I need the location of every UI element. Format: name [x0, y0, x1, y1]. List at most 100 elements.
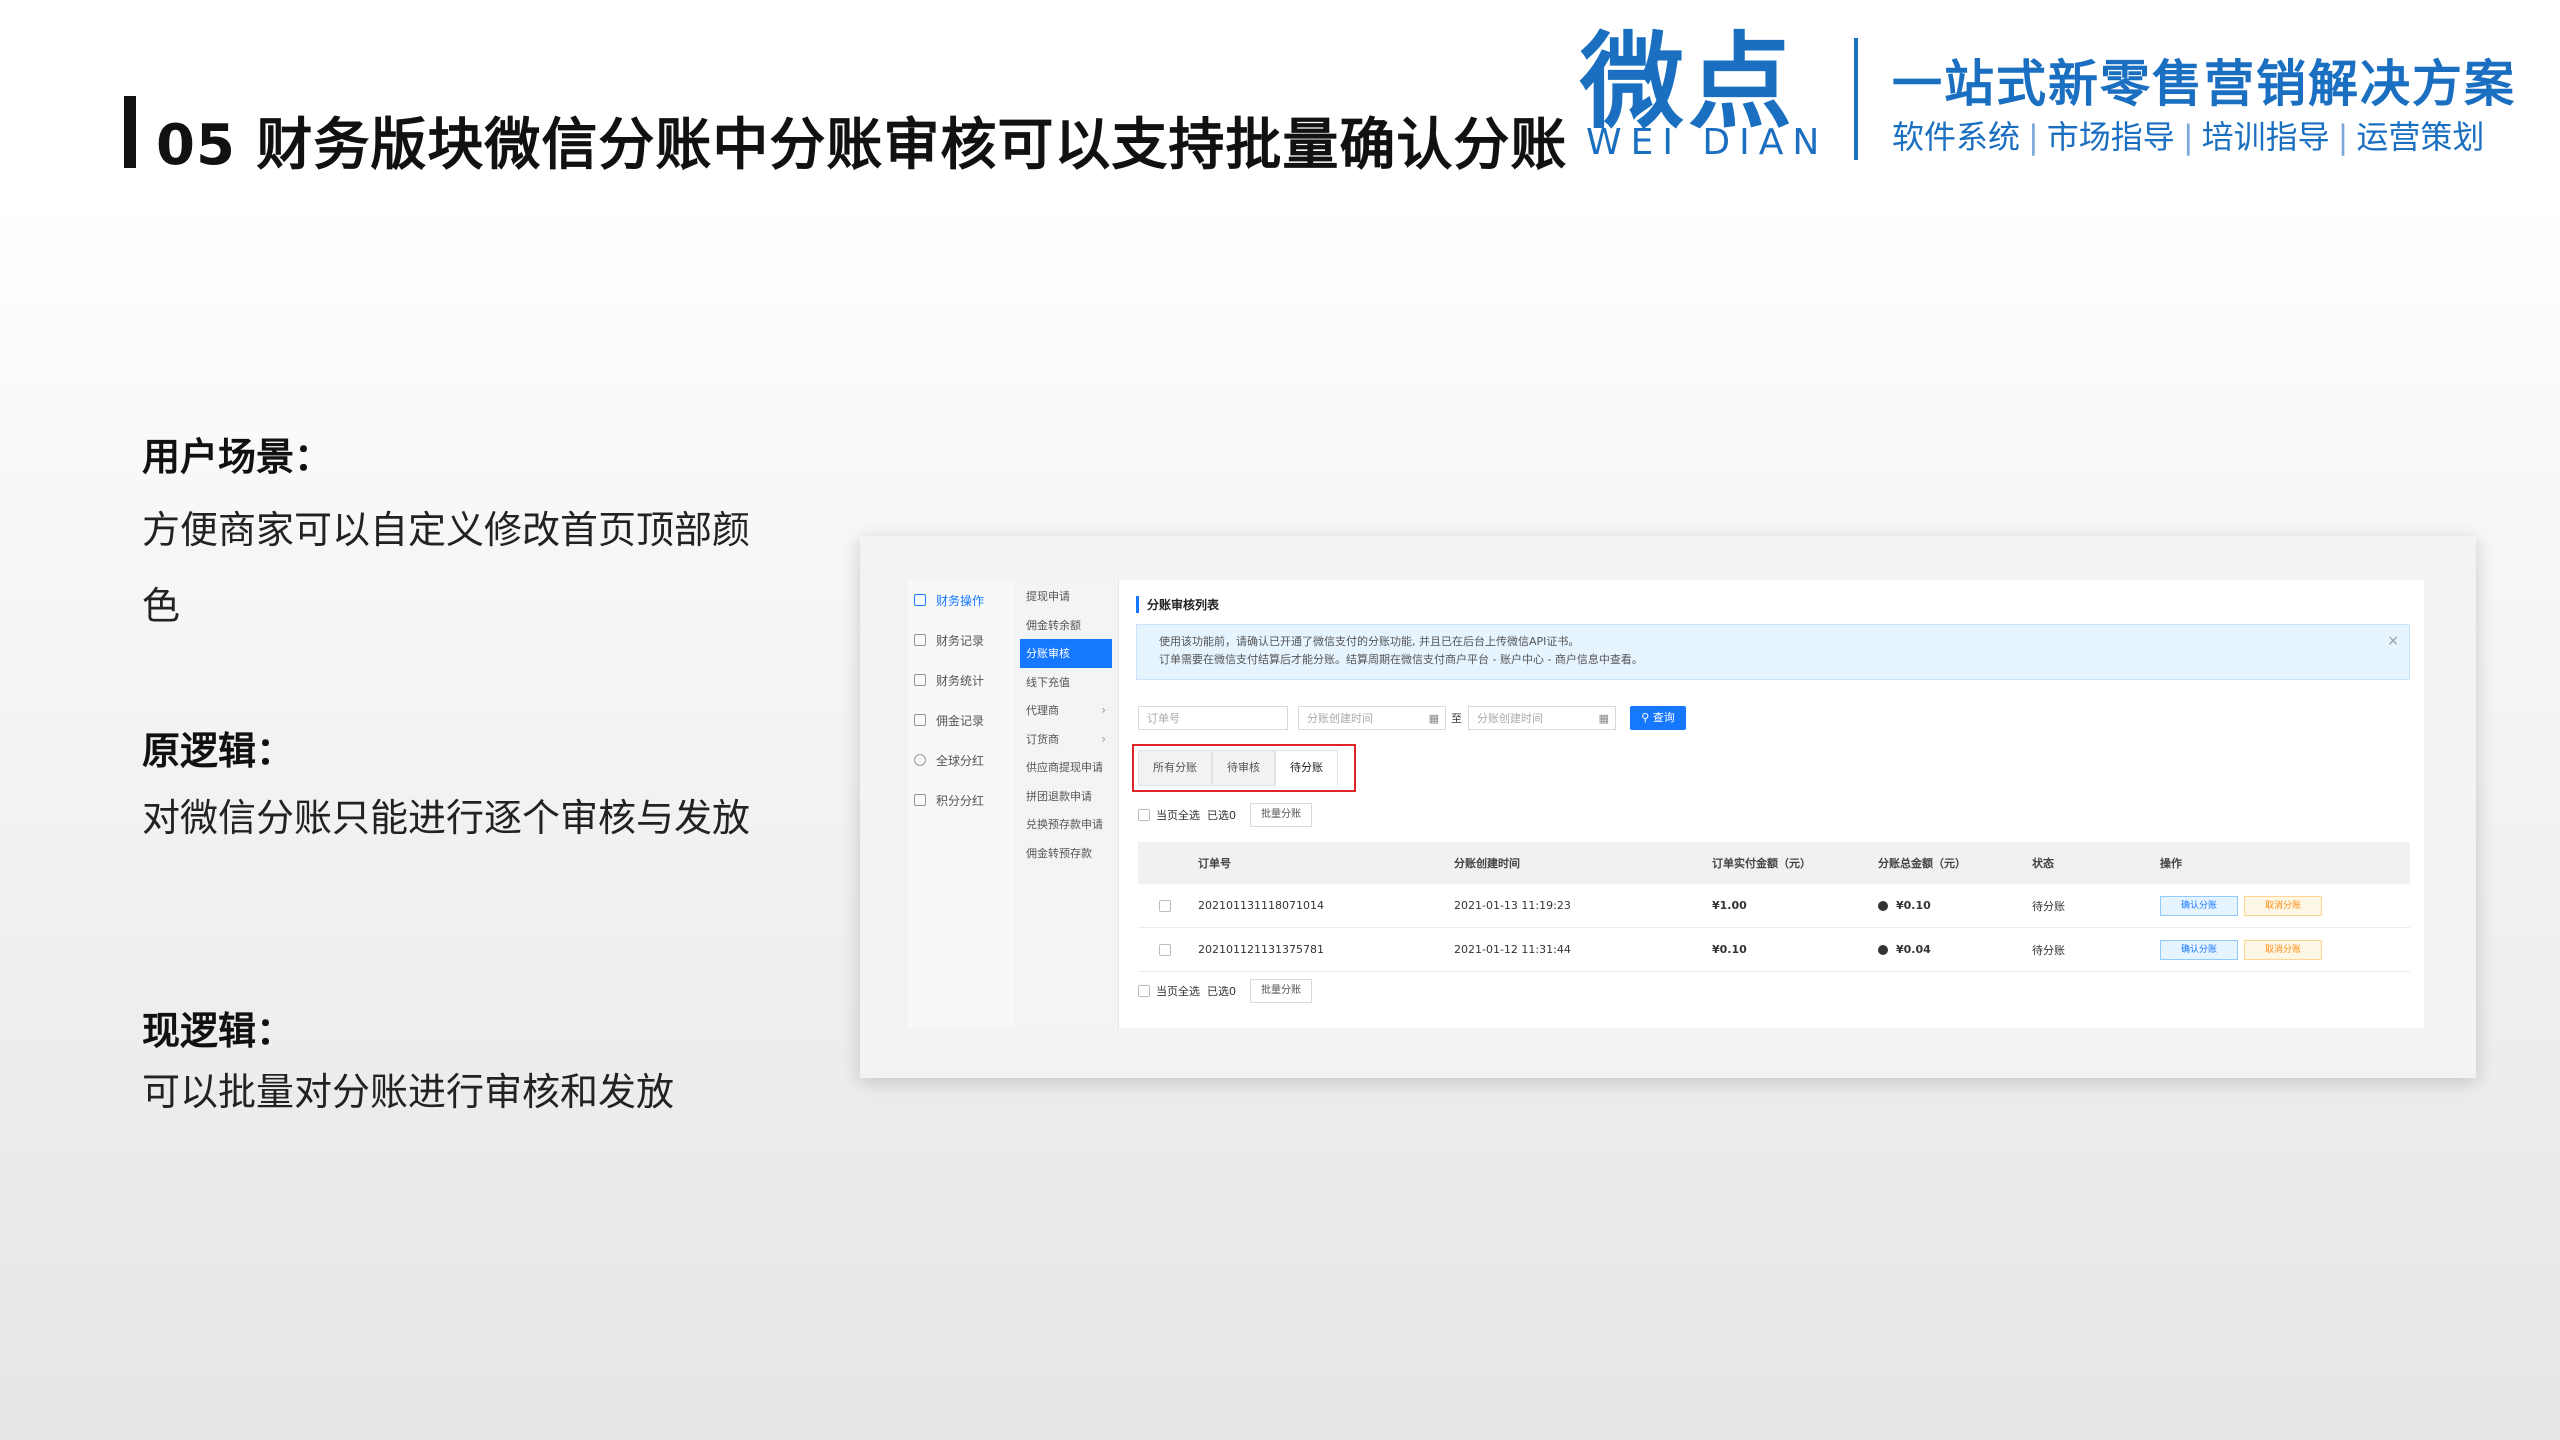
bulk-split-button[interactable]: 批量分账 — [1250, 979, 1312, 1003]
nav-global-dividend[interactable]: 全球分红 — [908, 740, 1014, 780]
service-item: 运营策划 — [2356, 118, 2485, 156]
nav-label: 财务记录 — [936, 633, 985, 648]
primary-sidebar: 财务操作 财务记录 财务统计 佣金记录 全球分红 积分分红 — [908, 580, 1015, 1028]
cell-status: 待分账 — [2032, 943, 2065, 957]
cell-split: ¥0.04 — [1896, 943, 1931, 956]
subnav-label: 线下充值 — [1026, 675, 1070, 689]
subnav-label: 佣金转预存款 — [1026, 846, 1092, 860]
new-logic-text: 可以批量对分账进行审核和发放 — [142, 1070, 675, 1114]
col-order: 订单号 — [1198, 857, 1231, 870]
col-actions: 操作 — [2160, 857, 2182, 870]
subnav-split-review[interactable]: 分账审核 — [1020, 639, 1112, 668]
service-item: 市场指导 — [2046, 118, 2175, 156]
info-icon[interactable] — [1878, 901, 1888, 911]
cell-status: 待分账 — [2032, 899, 2065, 913]
subnav-label: 代理商 — [1026, 704, 1059, 718]
table-row: 202101131118071014 2021-01-13 11:19:23 ¥… — [1138, 884, 2410, 928]
col-time: 分账创建时间 — [1454, 857, 1520, 870]
cell-order: 202101131118071014 — [1198, 899, 1324, 912]
subnav-withdraw-apply[interactable]: 提现申请 — [1014, 582, 1118, 611]
info-icon[interactable] — [1878, 945, 1888, 955]
new-logic-heading: 现逻辑： — [142, 1009, 295, 1053]
col-status: 状态 — [2032, 857, 2054, 870]
scene-text: 方便商家可以自定义修改首页顶部颜色 — [142, 508, 751, 628]
slide-title: 05 财务版块微信分账中分账审核可以支持批量确认分账 — [156, 113, 1568, 178]
cell-split: ¥0.10 — [1896, 899, 1931, 912]
cell-order: 202101121131375781 — [1198, 943, 1324, 956]
close-icon[interactable]: × — [2387, 633, 2399, 649]
logo-english: WEI DIAN — [1586, 122, 1829, 163]
subnav-label: 分账审核 — [1026, 647, 1070, 661]
logo-chinese: 微点 — [1580, 21, 1797, 143]
select-all-label: 当页全选 — [1156, 809, 1200, 822]
order-number-input[interactable]: 订单号 — [1138, 706, 1288, 730]
calendar-icon: ▦ — [1428, 712, 1439, 725]
subnav-agent[interactable]: 代理商 › — [1014, 696, 1118, 725]
start-date-input[interactable]: 分账创建时间 ▦ — [1298, 706, 1446, 730]
nav-points-dividend[interactable]: 积分分红 — [908, 780, 1014, 820]
subnav-label: 兑换预存款申请 — [1026, 818, 1103, 832]
chevron-right-icon: › — [1101, 703, 1106, 718]
table-header: 订单号 分账创建时间 订单实付金额（元） 分账总金额（元） 状态 操作 — [1138, 842, 2410, 884]
select-all-checkbox[interactable] — [1138, 985, 1150, 997]
nav-label: 全球分红 — [936, 753, 985, 768]
col-paid: 订单实付金额（元） — [1712, 857, 1811, 870]
page-title: 分账审核列表 — [1136, 596, 1219, 613]
cell-time: 2021-01-12 11:31:44 — [1454, 943, 1571, 956]
subnav-deposit-exchange[interactable]: 兑换预存款申请 — [1014, 810, 1118, 839]
query-label: 查询 — [1652, 711, 1675, 724]
nav-finance-stats[interactable]: 财务统计 — [908, 660, 1014, 700]
row-checkbox[interactable] — [1159, 943, 1171, 956]
subnav-group-refund[interactable]: 拼团退款申请 — [1014, 782, 1118, 811]
logo-services: 软件系统 | 市场指导 | 培训指导 | 运营策划 — [1892, 118, 2485, 156]
cancel-split-button[interactable]: 取消分账 — [2244, 939, 2323, 960]
subnav-label: 提现申请 — [1026, 590, 1070, 604]
col-split: 分账总金额（元） — [1878, 857, 1966, 870]
record-icon — [914, 634, 926, 646]
cell-paid: ¥0.10 — [1712, 943, 1747, 956]
date-range-to: 至 — [1451, 712, 1462, 725]
table-row: 202101121131375781 2021-01-12 11:31:44 ¥… — [1138, 928, 2410, 972]
cancel-split-button[interactable]: 取消分账 — [2244, 895, 2323, 916]
subnav-offline-recharge[interactable]: 线下充值 — [1014, 668, 1118, 697]
subnav-orderer[interactable]: 订货商 › — [1014, 725, 1118, 754]
title-accent-bar — [124, 96, 136, 168]
start-date-placeholder: 分账创建时间 — [1307, 712, 1373, 725]
subnav-supplier-withdraw[interactable]: 供应商提现申请 — [1014, 753, 1118, 782]
confirm-split-button[interactable]: 确认分账 — [2160, 895, 2239, 916]
confirm-split-button[interactable]: 确认分账 — [2160, 939, 2239, 960]
app-window: 财务操作 财务记录 财务统计 佣金记录 全球分红 积分分红 提现申请 佣金转余额… — [908, 580, 2424, 1030]
bulk-action-row-bottom: 当页全选 已选0 批量分账 — [1138, 978, 1312, 1004]
nav-finance-record[interactable]: 财务记录 — [908, 620, 1014, 660]
search-icon: ⚲ — [1641, 711, 1653, 724]
select-all-checkbox[interactable] — [1138, 809, 1150, 821]
nav-label: 积分分红 — [936, 793, 985, 808]
end-date-input[interactable]: 分账创建时间 ▦ — [1468, 706, 1616, 730]
scene-heading: 用户场景： — [142, 435, 333, 479]
subnav-label: 供应商提现申请 — [1026, 761, 1103, 775]
subnav-label: 拼团退款申请 — [1026, 789, 1092, 803]
nav-finance-operation[interactable]: 财务操作 — [908, 580, 1014, 620]
main-content: 分账审核列表 使用该功能前，请确认已开通了微信支付的分账功能, 并且已在后台上传… — [1124, 580, 2424, 1028]
logo-divider — [1854, 38, 1858, 160]
tab-highlight-box — [1132, 744, 1356, 792]
select-all-label: 当页全选 — [1156, 985, 1200, 998]
end-date-placeholder: 分账创建时间 — [1477, 712, 1543, 725]
row-checkbox[interactable] — [1159, 899, 1171, 912]
points-icon — [914, 794, 926, 806]
nav-commission-record[interactable]: 佣金记录 — [908, 700, 1014, 740]
secondary-sidebar: 提现申请 佣金转余额 分账审核 线下充值 代理商 › 订货商 › 供应商提现申请 拼… — [1014, 580, 1119, 1030]
cell-paid: ¥1.00 — [1712, 899, 1747, 912]
stats-icon — [914, 674, 926, 686]
subnav-commission-to-balance[interactable]: 佣金转余额 — [1014, 611, 1118, 640]
bulk-split-button[interactable]: 批量分账 — [1250, 803, 1312, 827]
calendar-icon: ▦ — [1598, 712, 1609, 725]
logo-slogan: 一站式新零售营销解决方案 — [1892, 55, 2516, 113]
globe-icon — [914, 754, 926, 766]
subnav-label: 佣金转余额 — [1026, 618, 1081, 632]
subnav-commission-to-deposit[interactable]: 佣金转预存款 — [1014, 839, 1118, 868]
query-button[interactable]: ⚲ 查询 — [1630, 706, 1686, 730]
service-item: 软件系统 — [1892, 118, 2021, 156]
nav-label: 财务操作 — [936, 593, 985, 608]
nav-label: 佣金记录 — [936, 713, 985, 728]
